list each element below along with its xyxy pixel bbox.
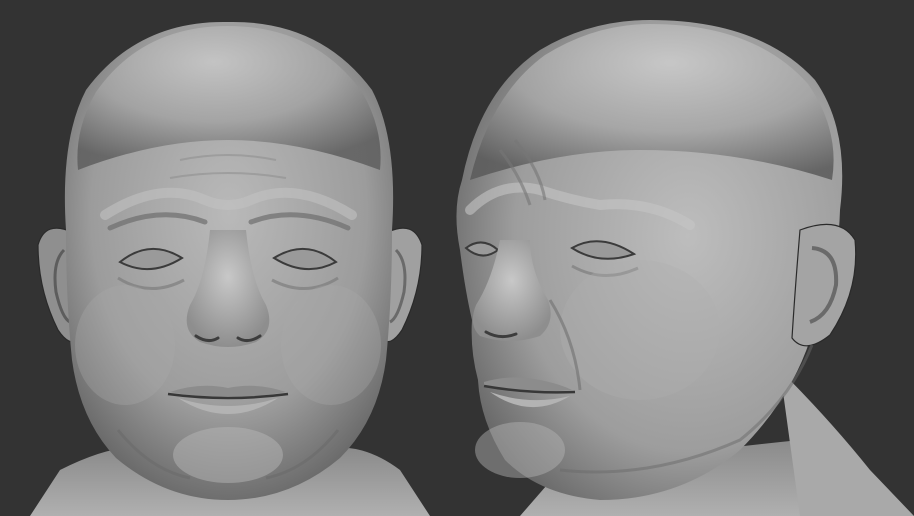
tq-ear (791, 223, 857, 347)
front-chin (173, 427, 283, 483)
viewport-canvas (0, 0, 914, 516)
front-left-cheek (75, 285, 175, 405)
sculpt-render (30, 20, 914, 516)
three-quarter-view-head (456, 20, 914, 516)
tq-cheek (560, 260, 720, 400)
front-view-head (30, 21, 430, 516)
tq-neck-right (780, 370, 914, 516)
front-right-cheek (281, 285, 381, 405)
tq-chin (475, 422, 565, 478)
